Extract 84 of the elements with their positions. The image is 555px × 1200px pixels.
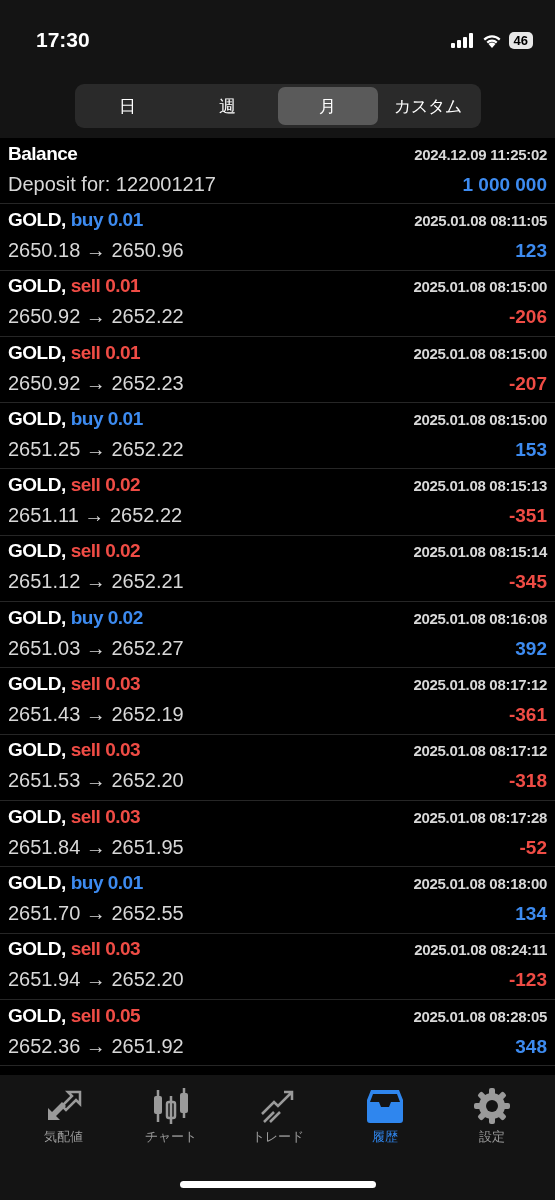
- deal-profit: 123: [515, 239, 547, 262]
- deal-prices: 2650.92 → 2652.23: [8, 371, 184, 395]
- tab-bar-item[interactable]: 履歴: [339, 1087, 430, 1147]
- symbol-label: GOLD,: [8, 805, 66, 827]
- symbol-label: GOLD,: [8, 474, 66, 496]
- balance-amount: 1 000 000: [462, 173, 547, 196]
- balance-title: Balance: [8, 142, 78, 165]
- symbol-label: GOLD,: [8, 739, 66, 761]
- deal-type: sell 0.03: [70, 673, 141, 694]
- symbol-label: GOLD,: [8, 1004, 66, 1026]
- symbol-label: GOLD,: [8, 341, 66, 363]
- deal-profit: -206: [508, 306, 547, 329]
- deal-prices: 2651.12 → 2652.21: [8, 570, 184, 594]
- wifi-icon: [481, 32, 502, 48]
- tab-bar-item[interactable]: 設定: [446, 1087, 537, 1147]
- deal-prices: 2651.03 → 2652.27: [8, 636, 184, 660]
- deal-time: 2025.01.08 08:11:05: [414, 211, 547, 229]
- deal-prices: 2651.53 → 2652.20: [8, 769, 184, 793]
- tab-bar-item[interactable]: トレード: [232, 1087, 323, 1147]
- deal-type: sell 0.03: [70, 938, 141, 960]
- deal-time: 2025.01.08 08:28:05: [413, 1007, 547, 1025]
- deal-prices: 2651.94 → 2652.20: [8, 968, 184, 992]
- deal-time: 2025.01.08 08:15:14: [413, 543, 547, 561]
- symbol-label: GOLD,: [8, 871, 66, 893]
- deal-profit: -345: [508, 571, 547, 594]
- period-tab[interactable]: 週: [177, 87, 278, 125]
- symbol-label: GOLD,: [8, 606, 66, 628]
- deal-prices: 2652.36 → 2651.92: [8, 1034, 184, 1058]
- symbol-label: GOLD,: [8, 407, 66, 429]
- deal-prices: 2650.92 → 2652.22: [8, 305, 184, 329]
- deal-type: sell 0.02: [70, 540, 141, 562]
- tab-bar-item[interactable]: チャート: [125, 1087, 216, 1147]
- deal-type: buy 0.02: [70, 606, 143, 628]
- deal-time: 2025.01.08 08:16:08: [413, 609, 547, 627]
- deal-time: 2025.01.08 08:17:12: [413, 676, 547, 693]
- deal-profit: -351: [508, 505, 547, 528]
- deal-time: 2025.01.08 08:15:13: [413, 477, 547, 495]
- deal-profit: 134: [515, 902, 547, 925]
- deal-type: sell 0.05: [70, 1004, 141, 1026]
- deal-profit: -361: [508, 704, 547, 726]
- deal-prices: 2651.70 → 2652.55: [8, 901, 184, 925]
- deal-type: sell 0.01: [70, 341, 141, 363]
- inbox-icon: [364, 1088, 405, 1124]
- symbol-label: GOLD,: [8, 540, 66, 562]
- battery-icon: 46: [508, 31, 533, 49]
- symbol-label: GOLD,: [8, 208, 66, 230]
- deal-time: 2025.01.08 08:17:28: [413, 808, 547, 826]
- deal-prices: 2650.18 → 2650.96: [8, 238, 184, 262]
- deal-time: 2025.01.08 08:15:00: [413, 278, 547, 296]
- deal-type: buy 0.01: [70, 208, 143, 230]
- status-time: 17:30: [36, 28, 90, 52]
- symbol-label: GOLD,: [8, 673, 66, 694]
- symbol-label: GOLD,: [8, 275, 66, 297]
- deal-type: sell 0.01: [70, 275, 141, 297]
- deal-time: 2025.01.08 08:24:11: [414, 941, 547, 959]
- deal-profit: 348: [515, 1035, 547, 1058]
- deal-type: sell 0.03: [70, 739, 141, 761]
- deal-time: 2025.01.08 08:15:00: [413, 344, 547, 362]
- deal-type: buy 0.01: [70, 871, 143, 893]
- deal-profit: -52: [519, 836, 547, 859]
- deal-prices: 2651.43 → 2652.19: [8, 703, 184, 726]
- deal-type: buy 0.01: [70, 407, 143, 429]
- deal-type: sell 0.03: [70, 805, 141, 827]
- tab-bar-item[interactable]: 気配値: [18, 1087, 109, 1147]
- deal-profit: -123: [508, 969, 547, 992]
- deal-prices: 2651.84 → 2651.95: [8, 835, 184, 859]
- deal-time: 2025.01.08 08:17:12: [413, 742, 547, 760]
- deal-profit: 392: [515, 637, 547, 660]
- settings-icon: [471, 1088, 512, 1124]
- deal-time: 2024.12.09 11:25:02: [414, 145, 547, 163]
- deal-prices: 2651.25 → 2652.22: [8, 437, 184, 461]
- balance-comment: Deposit for: 122001217: [8, 172, 216, 196]
- period-tab[interactable]: 日: [77, 87, 178, 125]
- deal-profit: 153: [515, 438, 547, 461]
- symbol-label: GOLD,: [8, 938, 66, 960]
- deal-prices: 2651.11 → 2652.22: [8, 504, 183, 528]
- deal-profit: -207: [508, 372, 547, 395]
- period-tab[interactable]: カスタム: [377, 87, 478, 125]
- deal-profit: -318: [508, 770, 547, 793]
- deal-time: 2025.01.08 08:18:00: [413, 874, 547, 892]
- signal-icon: [450, 32, 475, 48]
- deal-type: sell 0.02: [70, 474, 141, 496]
- period-tab[interactable]: 月: [277, 87, 378, 125]
- deal-time: 2025.01.08 08:15:00: [413, 410, 547, 428]
